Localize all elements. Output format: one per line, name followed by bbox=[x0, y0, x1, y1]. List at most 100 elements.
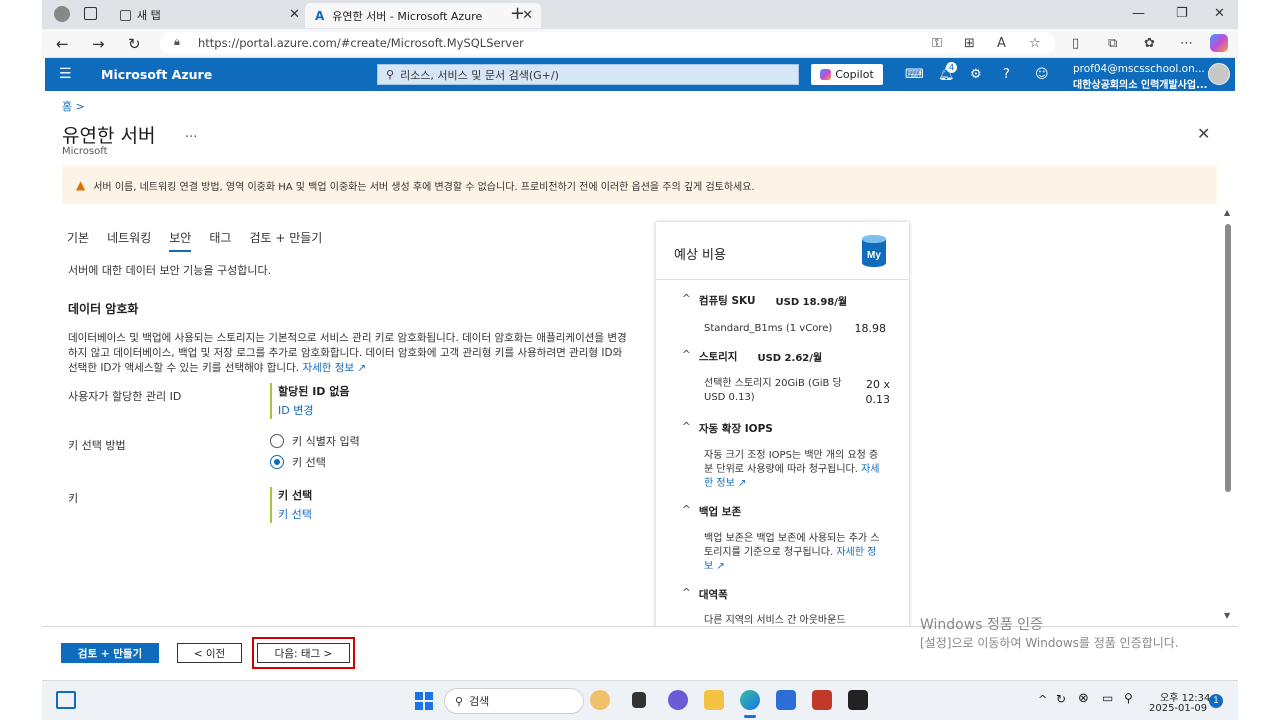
review-create-button[interactable]: 검토 + 만들기 bbox=[61, 643, 159, 663]
more-menu-icon[interactable]: ⋯ bbox=[1180, 36, 1193, 51]
read-aloud-icon[interactable]: A bbox=[997, 36, 1006, 51]
store-icon[interactable] bbox=[776, 690, 796, 710]
cost-panel-header: 예상 비용 My bbox=[656, 222, 909, 280]
teams-icon[interactable] bbox=[668, 690, 688, 710]
tray-app-icon[interactable]: ⊗ bbox=[1078, 691, 1089, 706]
radio-circle-selected[interactable] bbox=[270, 455, 284, 469]
clock-time[interactable]: 오후 12:34 bbox=[1160, 689, 1210, 704]
breadcrumb[interactable]: 홈 > bbox=[62, 98, 85, 114]
profile-icon[interactable] bbox=[54, 6, 70, 22]
key-icon[interactable]: ⚿ bbox=[932, 36, 942, 51]
refresh-icon[interactable]: ↻ bbox=[128, 35, 141, 53]
split-screen-icon[interactable]: ▯ bbox=[1072, 36, 1079, 51]
cost-section-backup[interactable]: ^ 백업 보존 bbox=[682, 504, 741, 519]
page-subtitle: Microsoft bbox=[62, 146, 108, 157]
display-icon[interactable]: ▭ bbox=[1102, 691, 1113, 705]
task-view-icon[interactable] bbox=[632, 692, 646, 708]
url-input[interactable]: 🔒︎ https://portal.azure.com/#create/Micr… bbox=[160, 32, 1055, 54]
close-blade-icon[interactable]: ✕ bbox=[1197, 124, 1210, 143]
radio-key-identifier[interactable]: 키 식별자 입력 bbox=[270, 433, 360, 449]
close-tab-icon[interactable]: ✕ bbox=[289, 7, 300, 22]
edge-browser-icon[interactable] bbox=[740, 690, 760, 710]
snipping-tool-icon[interactable] bbox=[812, 690, 832, 710]
tab-label: 새 탭 bbox=[137, 9, 161, 22]
cost-section-compute[interactable]: ^ 컴퓨팅 SKU USD 18.98/월 bbox=[682, 293, 847, 308]
tab-networking[interactable]: 네트워킹 bbox=[107, 229, 151, 252]
next-tags-button[interactable]: 다음: 태그 > bbox=[257, 643, 350, 663]
favorite-star-icon[interactable]: ☆ bbox=[1029, 36, 1041, 51]
previous-button[interactable]: < 이전 bbox=[177, 643, 242, 663]
file-explorer-icon[interactable] bbox=[704, 690, 724, 710]
collections-icon[interactable]: ⧉ bbox=[1108, 36, 1117, 51]
estimated-cost-panel: 예상 비용 My ^ 컴퓨팅 SKU USD 18.98/월 Standard_… bbox=[656, 222, 909, 632]
scrollbar-thumb[interactable] bbox=[1225, 224, 1231, 492]
cost-section-title: 자동 확장 IOPS bbox=[698, 423, 773, 435]
sync-icon[interactable]: ↻ bbox=[1056, 692, 1066, 706]
apps-icon[interactable]: ⊞ bbox=[964, 36, 975, 51]
feedback-icon[interactable]: ☺ bbox=[1035, 67, 1049, 82]
tab-actions-icon[interactable] bbox=[84, 7, 97, 20]
help-icon[interactable]: ? bbox=[1003, 67, 1010, 82]
backup-detail: 백업 보존은 백업 보존에 사용되는 추가 스토리지를 기준으로 청구됩니다. … bbox=[704, 532, 884, 574]
tray-chevron-icon[interactable]: ^ bbox=[1038, 693, 1047, 706]
azure-brand[interactable]: Microsoft Azure bbox=[101, 67, 212, 82]
settings-gear-icon[interactable]: ⚙ bbox=[970, 67, 982, 82]
active-app-indicator bbox=[744, 715, 756, 718]
minimize-icon[interactable]: — bbox=[1132, 6, 1145, 21]
key-method-label: 키 선택 방법 bbox=[68, 439, 126, 452]
cost-section-storage[interactable]: ^ 스토리지 USD 2.62/월 bbox=[682, 349, 822, 364]
search-highlight-icon[interactable] bbox=[590, 690, 610, 710]
select-key-link[interactable]: 키 선택 bbox=[278, 506, 312, 522]
iops-detail-text: 자동 크기 조정 IOPS는 백만 개의 요청 증분 단위로 사용량에 따라 청… bbox=[704, 450, 879, 475]
copilot-sidebar-icon[interactable] bbox=[1210, 34, 1228, 52]
cost-section-iops[interactable]: ^ 자동 확장 IOPS bbox=[682, 421, 773, 436]
more-options-icon[interactable]: ... bbox=[185, 126, 197, 141]
forward-icon[interactable]: → bbox=[92, 35, 105, 53]
new-tab-button[interactable]: + bbox=[510, 3, 525, 24]
notification-badge[interactable]: 1 bbox=[1209, 694, 1223, 708]
activation-watermark-text: [설정]으로 이동하여 Windows를 정품 인증합니다. bbox=[920, 636, 1179, 650]
tab-azure[interactable]: A 유연한 서버 - Microsoft Azure ✕ bbox=[305, 3, 541, 28]
cost-section-amount: USD 2.62/월 bbox=[757, 353, 823, 364]
global-search-input[interactable]: ⚲ 리소스, 서비스 및 문서 검색(G+/) bbox=[377, 64, 799, 85]
widgets-icon[interactable] bbox=[56, 691, 76, 709]
change-identity-link[interactable]: ID 변경 bbox=[278, 402, 349, 418]
warning-banner: ▲ 서버 이름, 네트워킹 연결 방법, 영역 이중화 HA 및 백업 이중화는… bbox=[62, 166, 1217, 204]
tab-tags[interactable]: 태그 bbox=[209, 229, 231, 252]
managed-identity-label: 사용자가 할당한 관리 ID bbox=[68, 390, 182, 403]
clock-date[interactable]: 2025-01-09 bbox=[1149, 703, 1207, 714]
chevron-up-icon: ^ bbox=[682, 421, 691, 433]
account-org[interactable]: 대한상공회의소 인력개발사업... bbox=[1073, 76, 1207, 91]
avatar[interactable] bbox=[1208, 63, 1230, 85]
search-icon: ⚲ bbox=[386, 68, 395, 81]
windows-start-icon[interactable] bbox=[415, 692, 433, 710]
hamburger-menu-icon[interactable]: ☰ bbox=[59, 66, 72, 82]
storage-detail: 선택한 스토리지 20GiB (GiB 당 USD 0.13) bbox=[704, 378, 842, 403]
account-email[interactable]: prof04@mscsschool.on... bbox=[1073, 63, 1205, 75]
taskbar-search-label: 검색 bbox=[469, 695, 490, 708]
extensions-icon[interactable]: ✿ bbox=[1144, 36, 1155, 51]
network-icon[interactable]: ⚲ bbox=[1124, 691, 1133, 705]
warning-text: 서버 이름, 네트워킹 연결 방법, 영역 이중화 HA 및 백업 이중화는 서… bbox=[93, 181, 755, 193]
copilot-button[interactable]: Copilot bbox=[811, 64, 883, 85]
radio-select-key[interactable]: 키 선택 bbox=[270, 454, 326, 470]
learn-more-link[interactable]: 자세한 정보 ↗ bbox=[302, 362, 366, 374]
scroll-up-icon[interactable]: ▲ bbox=[1224, 208, 1230, 217]
back-icon[interactable]: ← bbox=[56, 35, 69, 53]
tab-review-create[interactable]: 검토 + 만들기 bbox=[249, 229, 322, 252]
copilot-icon bbox=[820, 69, 832, 80]
cost-section-bandwidth[interactable]: ^ 대역폭 bbox=[682, 587, 728, 602]
section-description: 서버에 대한 데이터 보안 기능을 구성합니다. bbox=[68, 264, 272, 277]
cloud-shell-icon[interactable]: ⌨ bbox=[905, 67, 924, 82]
taskbar-search[interactable]: ⚲ 검색 bbox=[444, 688, 584, 714]
close-window-icon[interactable]: ✕ bbox=[1214, 6, 1225, 21]
tab-basics[interactable]: 기본 bbox=[67, 229, 89, 252]
tab-security[interactable]: 보안 bbox=[169, 229, 192, 252]
radio-circle[interactable] bbox=[270, 434, 284, 448]
cost-section-amount: USD 18.98/월 bbox=[775, 297, 848, 308]
chevron-up-icon: ^ bbox=[682, 349, 691, 361]
terminal-icon[interactable] bbox=[848, 690, 868, 710]
restore-icon[interactable]: ❐ bbox=[1176, 6, 1188, 21]
copilot-label: Copilot bbox=[835, 68, 874, 81]
scroll-down-icon[interactable]: ▼ bbox=[1224, 611, 1230, 620]
